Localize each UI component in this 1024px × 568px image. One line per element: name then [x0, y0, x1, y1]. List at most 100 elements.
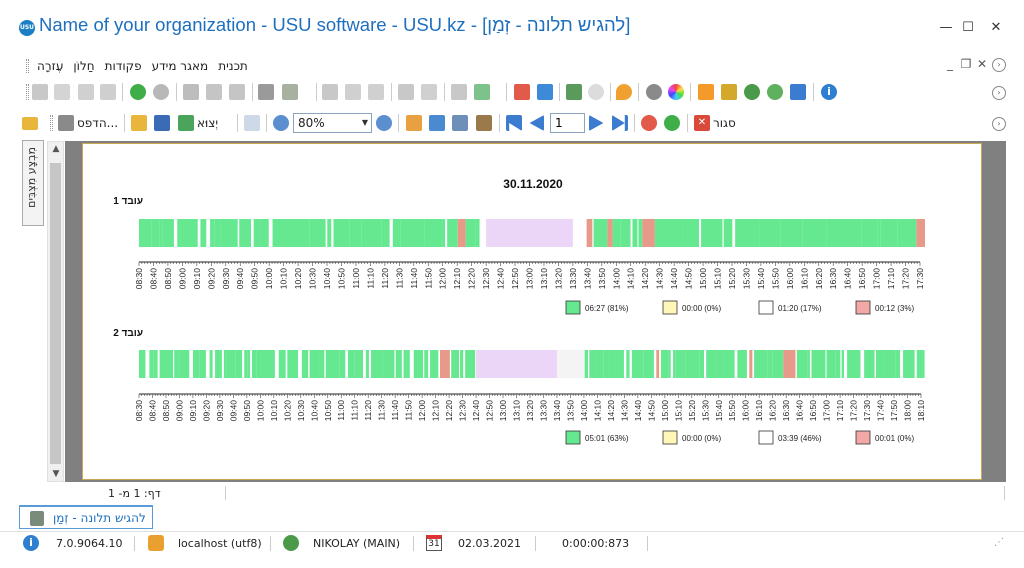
- reload-icon[interactable]: [664, 115, 680, 131]
- delete-icon[interactable]: [100, 84, 116, 100]
- activity-segment: [259, 219, 269, 247]
- vertical-scrollbar[interactable]: ▲ ▼: [47, 141, 64, 482]
- forward-icon[interactable]: [588, 84, 604, 100]
- document-tab[interactable]: להגיש תלונה - זְמַן: [19, 505, 153, 529]
- location-pin-icon[interactable]: [616, 84, 632, 100]
- prev-page-icon[interactable]: [529, 115, 544, 131]
- refresh-icon[interactable]: [130, 84, 146, 100]
- report-options-icon[interactable]: [476, 115, 492, 131]
- print-record-icon[interactable]: [32, 84, 48, 100]
- user-icon[interactable]: [744, 84, 760, 100]
- copy-icon[interactable]: [54, 84, 70, 100]
- menu-window[interactable]: חַלוֹן: [68, 57, 99, 75]
- multi-page-icon[interactable]: [406, 115, 422, 131]
- mdi-close-button[interactable]: ✕: [974, 56, 990, 72]
- tick-label: 17:20: [901, 268, 911, 290]
- close-window-icon[interactable]: [537, 84, 553, 100]
- printer-icon[interactable]: [58, 115, 74, 131]
- export-excel-icon[interactable]: [178, 115, 194, 131]
- info-icon[interactable]: i: [821, 84, 837, 100]
- image-icon[interactable]: [282, 84, 298, 100]
- activity-segment: [333, 219, 350, 247]
- version-label: 7.0.9064.10: [56, 537, 123, 550]
- zoom-page-icon[interactable]: [452, 115, 468, 131]
- tick-label: 11:10: [350, 400, 360, 421]
- pen-icon[interactable]: [790, 84, 806, 100]
- scroll-up-icon[interactable]: ▲: [51, 144, 61, 154]
- collapse-icon[interactable]: [345, 84, 361, 100]
- first-page-icon[interactable]: [506, 115, 522, 131]
- columns-icon[interactable]: [322, 84, 338, 100]
- zoom-out-icon[interactable]: [376, 115, 392, 131]
- mdi-restore-button[interactable]: ❐: [958, 56, 974, 72]
- settings-gear-icon[interactable]: [646, 84, 662, 100]
- filter-icon[interactable]: [183, 84, 199, 100]
- menu-commands[interactable]: פקודות: [100, 57, 147, 75]
- activity-segment: [149, 350, 154, 378]
- report-icon[interactable]: [451, 84, 467, 100]
- users-icon[interactable]: [767, 84, 783, 100]
- save-icon[interactable]: [154, 115, 170, 131]
- expand-icon[interactable]: [368, 84, 384, 100]
- search-icon[interactable]: [153, 84, 169, 100]
- add-row-icon[interactable]: [398, 84, 414, 100]
- page-number-input[interactable]: 1: [550, 113, 585, 133]
- zoom-in-icon[interactable]: [273, 115, 289, 131]
- activity-segment: [826, 350, 836, 378]
- activity-segment: [656, 350, 660, 378]
- open-icon[interactable]: [131, 115, 147, 131]
- toolbar-expand-icon[interactable]: ›: [992, 86, 1006, 100]
- print-toolbar-expand-icon[interactable]: ›: [992, 117, 1006, 131]
- filter-check-icon[interactable]: [229, 84, 245, 100]
- edit-icon[interactable]: [78, 84, 94, 100]
- stop-icon[interactable]: [641, 115, 657, 131]
- minimize-button[interactable]: —: [935, 18, 957, 38]
- menu-help[interactable]: עֶזרָה: [32, 57, 68, 75]
- tick-label: 09:40: [228, 400, 238, 422]
- activity-segment: [643, 350, 654, 378]
- menu-program[interactable]: תכנית: [213, 57, 253, 75]
- exit-icon[interactable]: [566, 84, 582, 100]
- legend-label: 01:20 (17%): [778, 304, 822, 313]
- last-page-icon[interactable]: [612, 115, 628, 131]
- menu-expand-icon[interactable]: ›: [992, 58, 1006, 72]
- page-setup-icon[interactable]: [244, 115, 260, 131]
- menu-database[interactable]: מאגר מידע: [147, 57, 214, 75]
- export-dropdown[interactable]: יְצוּא: [197, 116, 218, 130]
- activity-segment: [253, 219, 260, 247]
- next-page-icon[interactable]: [589, 115, 604, 131]
- side-panel-tab[interactable]: מִבְצָע מִצְבִּים: [22, 140, 44, 226]
- page-width-icon[interactable]: [429, 115, 445, 131]
- tick-label: 15:20: [687, 400, 697, 422]
- scroll-thumb[interactable]: [50, 163, 61, 464]
- close-preview-button[interactable]: סגור: [713, 116, 736, 130]
- lock-icon[interactable]: [721, 84, 737, 100]
- tick-label: 13:10: [512, 400, 522, 422]
- scroll-down-icon[interactable]: ▼: [51, 469, 61, 479]
- maximize-button[interactable]: ☐: [957, 18, 979, 38]
- activity-segment: [272, 219, 294, 247]
- resize-grip-icon[interactable]: ⋰: [994, 537, 1004, 548]
- mdi-minimize-button[interactable]: _: [942, 56, 958, 72]
- user-label: NIKOLAY (MAIN): [313, 537, 401, 550]
- excel-export-icon[interactable]: [474, 84, 490, 100]
- activity-segment: [877, 219, 881, 247]
- new-window-icon[interactable]: [514, 84, 530, 100]
- activity-segment: [685, 350, 700, 378]
- activity-segment: [811, 350, 826, 378]
- close-button[interactable]: ✕: [985, 18, 1007, 38]
- legend-swatch: [565, 300, 581, 315]
- activity-segment: [884, 350, 896, 378]
- filter-clear-icon[interactable]: [206, 84, 222, 100]
- activity-segment: [916, 219, 925, 247]
- color-palette-icon[interactable]: [668, 84, 684, 100]
- flag-icon[interactable]: [258, 84, 274, 100]
- menu-grip: [26, 59, 29, 73]
- note-icon[interactable]: [421, 84, 437, 100]
- zoom-select[interactable]: 80% ▼: [293, 113, 372, 133]
- folder-icon[interactable]: [22, 117, 38, 130]
- tick-label: 12:00: [438, 268, 448, 290]
- close-preview-icon[interactable]: ✕: [694, 115, 710, 131]
- print-button[interactable]: הדפס...: [77, 116, 118, 130]
- rss-icon[interactable]: [698, 84, 714, 100]
